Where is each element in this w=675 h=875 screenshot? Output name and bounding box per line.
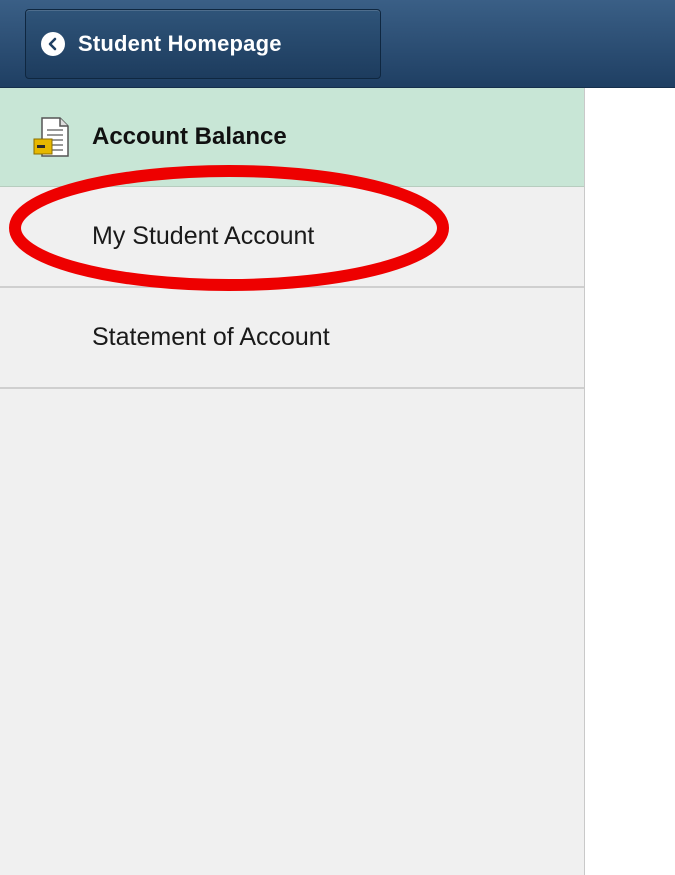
student-homepage-back-button[interactable]: Student Homepage [25,9,381,79]
account-document-icon [30,114,76,160]
section-header-account-balance: Account Balance [0,88,584,187]
sidebar-item-statement-of-account[interactable]: Statement of Account [0,288,584,389]
sidebar: Account Balance My Student Account State… [0,88,585,875]
back-button-label: Student Homepage [78,31,282,56]
section-title: Account Balance [92,123,287,150]
sidebar-item-my-student-account[interactable]: My Student Account [0,187,584,288]
top-header: Student Homepage [0,0,675,88]
sidebar-item-label: Statement of Account [92,323,330,351]
sidebar-item-label: My Student Account [92,222,315,250]
chevron-left-icon [41,32,65,56]
